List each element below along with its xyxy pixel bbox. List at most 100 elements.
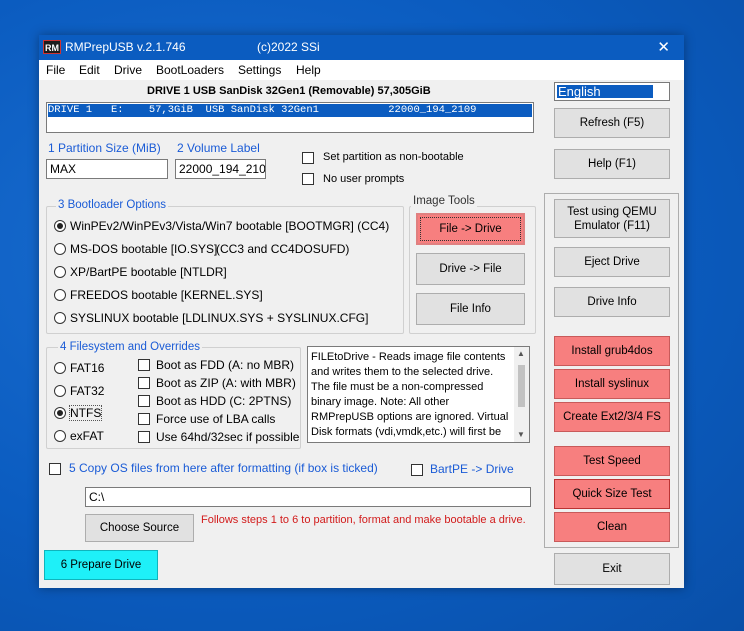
partition-size-input[interactable]: MAX	[46, 159, 168, 179]
bootloader-label-winpe: WinPEv2/WinPEv3/Vista/Win7 bootable [BOO…	[70, 219, 390, 233]
filesystem-group-title: 4 Filesystem and Overrides	[58, 341, 202, 353]
prepare-drive-button[interactable]: 6 Prepare Drive	[44, 550, 158, 580]
image-tools-title: Image Tools	[411, 195, 477, 207]
drive-header: DRIVE 1 USB SanDisk 32Gen1 (Removable) 5…	[147, 85, 431, 97]
menu-help[interactable]: Help	[296, 63, 321, 77]
bootloader-group-title: 3 Bootloader Options	[56, 199, 169, 211]
non-bootable-label: Set partition as non-bootable	[323, 151, 464, 163]
copy-os-label: 5 Copy OS files from here after formatti…	[69, 461, 378, 475]
bootloader-label-freedos: FREEDOS bootable [KERNEL.SYS]	[70, 288, 263, 302]
eject-drive-button[interactable]: Eject Drive	[554, 247, 670, 277]
menu-edit[interactable]: Edit	[79, 63, 100, 77]
app-window: RM RMPrepUSB v.2.1.746 (c)2022 SSi ✕ Fil…	[39, 35, 684, 588]
bootloader-radio-msdos[interactable]	[54, 243, 66, 255]
info-textbox[interactable]: FILEtoDrive - Reads image file contents …	[307, 346, 530, 443]
source-path-input[interactable]: C:\	[85, 487, 531, 507]
bootloader-radio-freedos[interactable]	[54, 289, 66, 301]
exit-button[interactable]: Exit	[554, 553, 670, 585]
scroll-down-icon[interactable]: ▼	[517, 430, 525, 439]
menu-bar: File Edit Drive BootLoaders Settings Hel…	[39, 60, 684, 80]
app-icon: RM	[43, 40, 61, 54]
fs-radio-fat32[interactable]	[54, 385, 66, 397]
drive-list-row[interactable]: DRIVE 1 E: 57,3GiB USB SanDisk 32Gen1 22…	[48, 104, 532, 117]
install-grub4dos-button[interactable]: Install grub4dos	[554, 336, 670, 366]
fs-label-exfat: exFAT	[70, 429, 104, 443]
no-prompts-label: No user prompts	[323, 173, 405, 185]
bootloader-msdos-extra: (CC3 and CC4DOSUFD)	[216, 242, 350, 256]
title-bar: RM RMPrepUSB v.2.1.746 (c)2022 SSi ✕	[39, 35, 684, 60]
fs-radio-fat16[interactable]	[54, 362, 66, 374]
choose-source-button[interactable]: Choose Source	[85, 514, 194, 542]
qemu-label: Test using QEMU Emulator (F11)	[567, 205, 657, 232]
fs-radio-ntfs[interactable]	[54, 407, 66, 419]
override-zip-checkbox[interactable]	[138, 377, 150, 389]
file-info-label: File Info	[450, 303, 491, 315]
info-scrollbar[interactable]: ▲ ▼	[514, 347, 529, 442]
override-lba-label: Force use of LBA calls	[156, 412, 276, 426]
bootloader-radio-xp[interactable]	[54, 266, 66, 278]
no-prompts-checkbox[interactable]	[302, 173, 314, 185]
refresh-button[interactable]: Refresh (F5)	[554, 108, 670, 138]
refresh-label: Refresh (F5)	[579, 117, 645, 129]
test-speed-label: Test Speed	[583, 455, 641, 467]
override-zip-label: Boot as ZIP (A: with MBR)	[156, 376, 296, 390]
override-fdd-label: Boot as FDD (A: no MBR)	[156, 358, 295, 372]
menu-settings[interactable]: Settings	[238, 63, 281, 77]
exit-label: Exit	[602, 563, 622, 575]
bartpe-checkbox[interactable]	[411, 464, 423, 476]
info-text: FILEtoDrive - Reads image file contents …	[311, 351, 509, 438]
volume-label-input[interactable]: 22000_194_2109	[175, 159, 266, 179]
scroll-up-icon[interactable]: ▲	[517, 349, 525, 358]
drive-to-file-button[interactable]: Drive -> File	[416, 253, 525, 285]
quick-size-test-label: Quick Size Test	[572, 488, 652, 500]
partition-size-label: 1 Partition Size (MiB)	[48, 141, 161, 155]
menu-drive[interactable]: Drive	[114, 63, 142, 77]
override-64hd-label: Use 64hd/32sec if possible	[156, 430, 300, 444]
help-button[interactable]: Help (F1)	[554, 149, 670, 179]
install-grub4dos-label: Install grub4dos	[571, 345, 653, 357]
override-64hd-checkbox[interactable]	[138, 431, 150, 443]
file-to-drive-button[interactable]: File -> Drive	[416, 213, 525, 245]
test-speed-button[interactable]: Test Speed	[554, 446, 670, 476]
copy-os-checkbox[interactable]	[49, 463, 61, 475]
bootloader-label-msdos: MS-DOS bootable [IO.SYS]	[70, 242, 218, 256]
choose-source-label: Choose Source	[99, 522, 180, 534]
language-select[interactable]: English	[554, 82, 670, 101]
prepare-drive-label: 6 Prepare Drive	[60, 559, 142, 571]
fs-label-ntfs: NTFS	[68, 405, 103, 421]
install-syslinux-button[interactable]: Install syslinux	[554, 369, 670, 399]
file-to-drive-label: File -> Drive	[439, 223, 502, 235]
scroll-thumb[interactable]	[518, 365, 525, 407]
clean-label: Clean	[596, 521, 628, 533]
clean-button[interactable]: Clean	[554, 512, 670, 542]
qemu-button[interactable]: Test using QEMU Emulator (F11)	[554, 199, 670, 238]
volume-label-label: 2 Volume Label	[177, 141, 260, 155]
bootloader-radio-winpe[interactable]	[54, 220, 66, 232]
language-value: English	[557, 85, 653, 98]
drive-list[interactable]: DRIVE 1 E: 57,3GiB USB SanDisk 32Gen1 22…	[46, 102, 534, 133]
window-title: RMPrepUSB v.2.1.746	[65, 40, 186, 54]
bootloader-label-syslinux: SYSLINUX bootable [LDLINUX.SYS + SYSLINU…	[70, 311, 369, 325]
window-copyright: (c)2022 SSi	[257, 40, 320, 54]
eject-drive-label: Eject Drive	[584, 256, 640, 268]
quick-size-test-button[interactable]: Quick Size Test	[554, 479, 670, 509]
fs-radio-exfat[interactable]	[54, 430, 66, 442]
drive-to-file-label: Drive -> File	[439, 263, 502, 275]
drive-info-button[interactable]: Drive Info	[554, 287, 670, 317]
create-ext-button[interactable]: Create Ext2/3/4 FS	[554, 402, 670, 432]
non-bootable-checkbox[interactable]	[302, 152, 314, 164]
menu-bootloaders[interactable]: BootLoaders	[156, 63, 224, 77]
override-hdd-checkbox[interactable]	[138, 395, 150, 407]
install-syslinux-label: Install syslinux	[574, 378, 650, 390]
bartpe-label: BartPE -> Drive	[430, 462, 514, 476]
close-icon[interactable]: ✕	[657, 38, 670, 56]
bootloader-radio-syslinux[interactable]	[54, 312, 66, 324]
drive-info-label: Drive Info	[587, 296, 637, 308]
bootloader-label-xp: XP/BartPE bootable [NTLDR]	[70, 265, 227, 279]
menu-file[interactable]: File	[46, 63, 65, 77]
follows-steps-text: Follows steps 1 to 6 to partition, forma…	[201, 514, 526, 526]
override-fdd-checkbox[interactable]	[138, 359, 150, 371]
file-info-button[interactable]: File Info	[416, 293, 525, 325]
fs-label-fat32: FAT32	[70, 384, 105, 398]
override-lba-checkbox[interactable]	[138, 413, 150, 425]
